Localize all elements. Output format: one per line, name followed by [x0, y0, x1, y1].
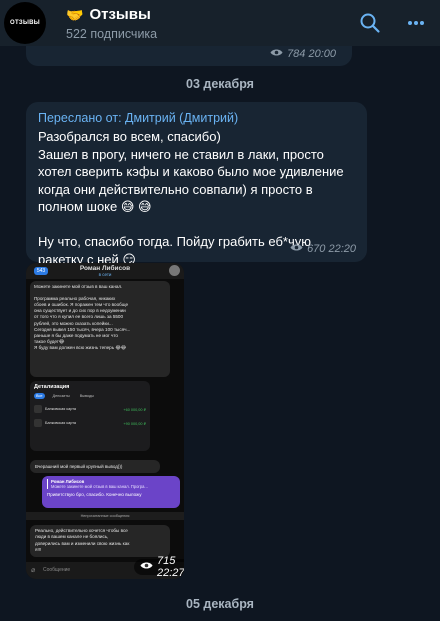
more-vertical-icon[interactable] — [400, 7, 432, 39]
handshake-emoji: 🤝 — [66, 6, 84, 23]
screenshot-quote: Роман Либисов Можете закинете мой отзыв … — [47, 479, 175, 489]
screenshot-chat-header: 543 Роман Либисов в сети — [26, 263, 184, 279]
details-tab: Все — [34, 393, 45, 399]
eye-icon — [140, 561, 153, 573]
quote-text: Можете закинете мой отзыв в ваш канал. П… — [51, 484, 148, 489]
eye-icon — [290, 243, 303, 255]
channel-title: Отзывы — [89, 5, 151, 23]
previous-message-meta: 784 20:00 — [270, 48, 336, 60]
details-row: Банковская карта +60 000,00 ₽ — [34, 405, 146, 413]
screenshot-message-review: Можете закинете мой отзыв в ваш канал. П… — [30, 281, 170, 377]
details-row: Банковская карта +90 000,00 ₽ — [34, 419, 146, 427]
details-row-amount: +90 000,00 ₽ — [123, 421, 146, 426]
message-line: полном шоке 😅 😅 — [38, 199, 152, 214]
eye-icon — [270, 48, 283, 60]
paperclip-icon: ⌀ — [31, 567, 36, 574]
message-line-blank — [38, 216, 355, 234]
screenshot-line: Я буду вам должен всю жизнь теперь 😂😂 — [34, 344, 127, 350]
previous-message-views-time: 784 20:00 — [287, 48, 336, 60]
subscriber-count: 522 подписчика — [66, 26, 158, 41]
date-separator: 05 декабря — [186, 597, 254, 611]
screenshot-line: я!!! — [35, 546, 42, 552]
date-separator: 03 декабря — [186, 77, 254, 91]
message-views-time: 670 22:20 — [307, 243, 356, 255]
screenshot-message-final: Реально, действительно хочется чтобы все… — [30, 525, 170, 557]
details-title: Детализация — [34, 384, 70, 390]
channel-avatar-text: ОТЗЫВЫ — [10, 20, 40, 26]
details-row-amount: +60 000,00 ₽ — [123, 407, 146, 412]
screenshot-media[interactable]: 543 Роман Либисов в сети Можете закинете… — [26, 263, 184, 579]
screenshot-contact-name: Роман Либисов — [79, 265, 131, 272]
message-line: когда они действительно совпали) я прост… — [38, 181, 313, 197]
screenshot-message-withdrawal: Вчерашний мой первый крупный вывод))) — [30, 460, 160, 473]
screenshot-reply-bubble: Роман Либисов Можете закинете мой отзыв … — [42, 476, 180, 508]
card-icon — [34, 405, 42, 413]
message-meta: 670 22:20 — [290, 243, 356, 255]
message-line: Зашел в прогу, ничего не ставил в лаки, … — [38, 146, 324, 162]
media-meta: 715 22:27 — [134, 555, 184, 579]
details-tab: Депозиты — [52, 394, 70, 398]
message-line: Разобрался во всем, спасибо) — [38, 129, 221, 144]
channel-avatar[interactable]: ОТЗЫВЫ — [4, 2, 46, 44]
forwarded-from[interactable]: Переслано от: Дмитрий (Дмитрий) — [38, 110, 355, 127]
details-row-name: Банковская карта — [45, 407, 77, 411]
search-icon[interactable] — [354, 7, 386, 39]
forwarded-message-bubble[interactable]: Переслано от: Дмитрий (Дмитрий) Разобрал… — [26, 102, 367, 267]
screenshot-unread-divider: Непрочитанные сообщения — [26, 512, 184, 520]
screenshot-input-placeholder: Сообщение — [43, 567, 71, 573]
reply-text: Приветствую бро, спасибо. Конечно выложу — [47, 492, 142, 497]
card-icon — [34, 419, 42, 427]
chat-header: ОТЗЫВЫ 🤝 Отзывы 522 подписчика — [0, 0, 440, 46]
message-line: хотел сверить кэфы и каково было мое уди… — [38, 164, 344, 179]
screenshot-transaction-details: Детализация Все Депозиты Выводы Банковск… — [30, 381, 150, 451]
screenshot-avatar — [169, 265, 180, 276]
details-row-name: Банковская карта — [45, 421, 77, 425]
details-tab: Выводы — [79, 394, 94, 398]
channel-title-row: 🤝 Отзывы — [66, 6, 354, 24]
channel-info[interactable]: 🤝 Отзывы 522 подписчика — [66, 6, 354, 41]
details-tabs: Все Депозиты Выводы — [34, 393, 146, 399]
screenshot-contact-status: в сети — [98, 272, 112, 277]
message-feed[interactable]: 784 20:00 03 декабря Переслано от: Дмитр… — [0, 46, 440, 621]
media-views-time: 715 22:27 — [157, 555, 184, 579]
